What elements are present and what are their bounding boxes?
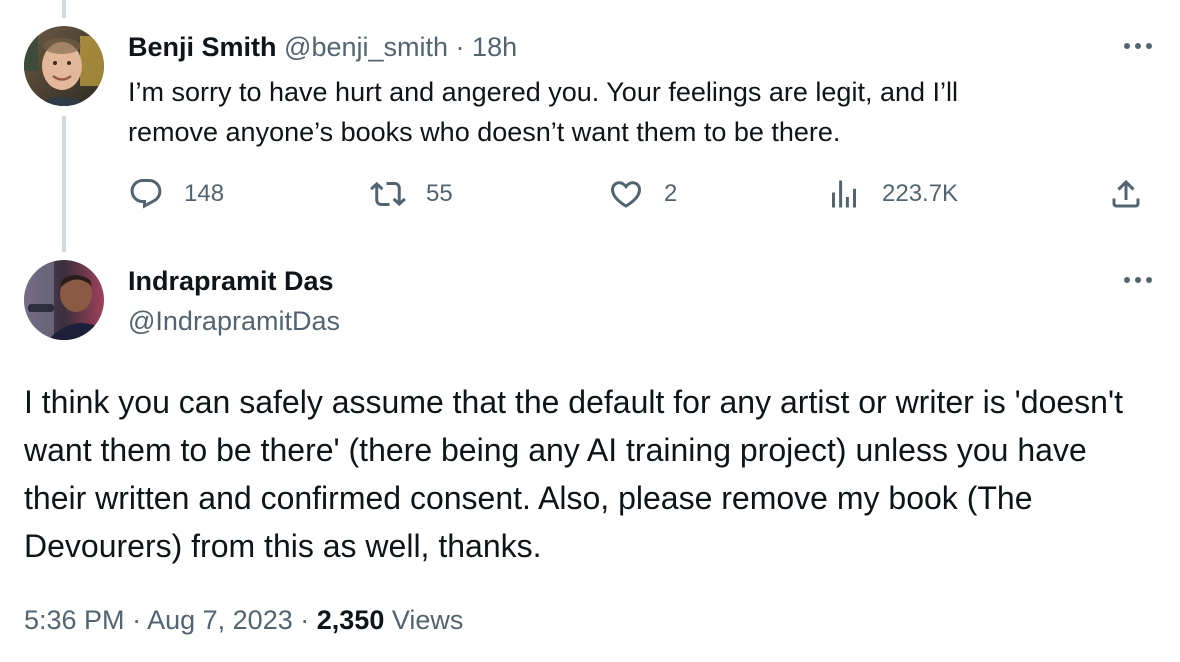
avatar-indrapramit-das[interactable] bbox=[24, 260, 104, 340]
views-total: 2,350 bbox=[316, 605, 385, 635]
parent-tweet-header: Benji Smith @benji_smith · 18h bbox=[128, 30, 517, 64]
meta-separator: · bbox=[132, 605, 142, 635]
like-count: 2 bbox=[664, 180, 678, 207]
retweet-button[interactable]: 55 bbox=[370, 174, 453, 214]
reply-count: 148 bbox=[184, 180, 225, 207]
views-button[interactable]: 223.7K bbox=[826, 174, 958, 214]
like-button[interactable]: 2 bbox=[608, 174, 677, 214]
views-icon bbox=[832, 180, 856, 208]
tweet-meta: 5:36 PM · Aug 7, 2023 · 2,350 Views bbox=[24, 602, 463, 638]
tweet-time[interactable]: 5:36 PM bbox=[24, 605, 125, 635]
parent-tweet-line-1: I’m sorry to have hurt and angered you. … bbox=[128, 77, 958, 107]
more-icon[interactable] bbox=[1118, 36, 1158, 56]
meta-separator: · bbox=[300, 605, 310, 635]
header-separator: · bbox=[455, 32, 465, 62]
main-author-handle[interactable]: @IndrapramitDas bbox=[128, 304, 340, 338]
more-icon[interactable] bbox=[1118, 270, 1158, 290]
tweet-time-ago[interactable]: 18h bbox=[472, 32, 517, 62]
main-author-name[interactable]: Indrapramit Das bbox=[128, 264, 334, 298]
parent-tweet-line-2: remove anyone’s books who doesn’t want t… bbox=[128, 117, 841, 147]
share-icon bbox=[1112, 179, 1140, 208]
parent-tweet-text: I’m sorry to have hurt and angered you. … bbox=[128, 72, 1118, 152]
thread-line-top bbox=[62, 0, 66, 18]
avatar-benji-smith[interactable] bbox=[24, 26, 104, 106]
retweet-icon bbox=[370, 181, 406, 207]
author-handle[interactable]: @benji_smith bbox=[284, 32, 448, 62]
reply-button[interactable]: 148 bbox=[128, 174, 224, 214]
tweet-date[interactable]: Aug 7, 2023 bbox=[147, 605, 293, 635]
tweet-action-bar: 148 55 2 223.7K bbox=[128, 174, 1158, 214]
retweet-count: 55 bbox=[426, 180, 453, 207]
reply-icon bbox=[130, 179, 162, 209]
share-button[interactable] bbox=[1108, 174, 1144, 214]
author-name[interactable]: Benji Smith bbox=[128, 32, 277, 62]
like-icon bbox=[610, 181, 642, 208]
thread-connector-line bbox=[62, 116, 66, 252]
main-tweet-text: I think you can safely assume that the d… bbox=[24, 384, 1123, 564]
views-count: 223.7K bbox=[882, 180, 959, 207]
views-label: Views bbox=[391, 605, 464, 635]
